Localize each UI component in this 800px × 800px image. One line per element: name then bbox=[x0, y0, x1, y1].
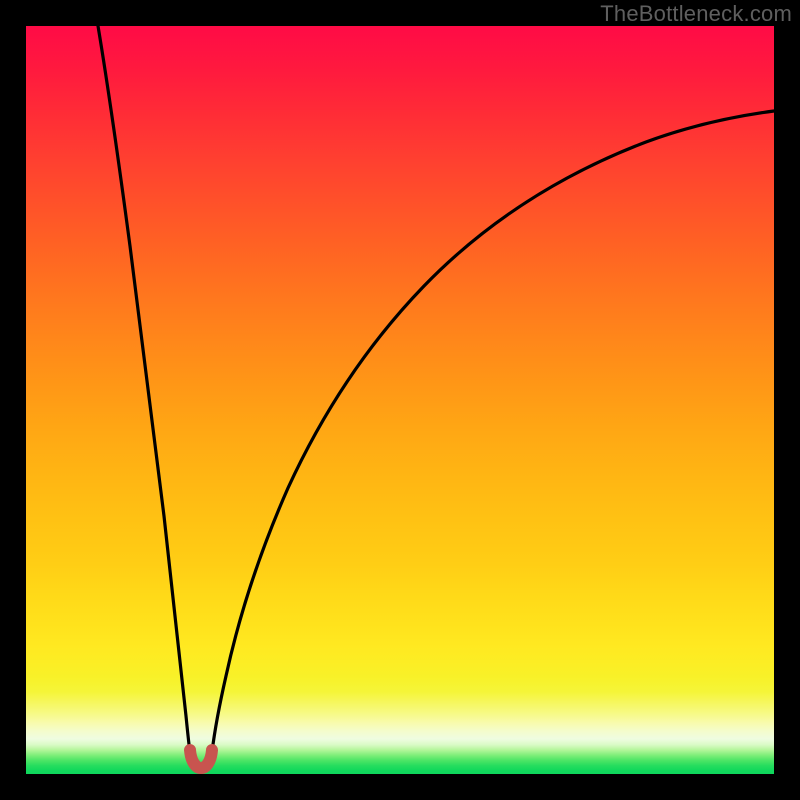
curve-left-branch bbox=[98, 26, 190, 752]
curve-bottom-link bbox=[190, 750, 212, 768]
watermark-text: TheBottleneck.com bbox=[600, 1, 792, 27]
curve-right-branch bbox=[212, 111, 774, 752]
curve-layer bbox=[26, 26, 774, 774]
plot-frame bbox=[26, 26, 774, 774]
